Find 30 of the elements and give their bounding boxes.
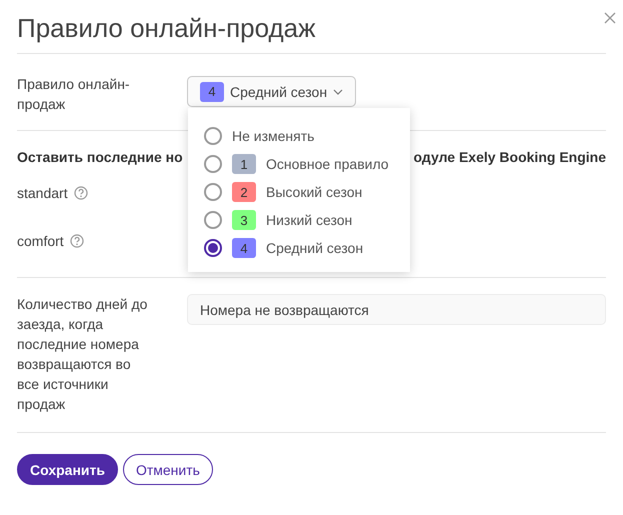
season-badge: 3 [232,210,256,230]
days-field[interactable]: Номера не возвращаются [187,294,606,325]
room-type-label: standart [17,185,68,201]
option-label[interactable]: Высокий сезон [266,184,362,200]
dialog-title: Правило онлайн-продаж [17,13,316,43]
cancel-button[interactable]: Отменить [122,454,213,485]
option-label[interactable]: Средний сезон [266,240,364,256]
room-type-label: comfort [17,233,64,249]
close-icon[interactable] [604,12,616,24]
help-icon[interactable] [74,186,88,200]
field-label: Правило онлайн-продаж [17,75,131,114]
radio-button[interactable] [204,239,222,257]
option-label[interactable]: Низкий сезон [266,212,352,228]
radio-button[interactable] [204,127,222,145]
section-heading: одуле Exely Booking Engine [414,149,606,165]
radio-button[interactable] [204,211,222,229]
help-icon[interactable] [70,234,84,248]
radio-button[interactable] [204,155,222,173]
radio-button[interactable] [204,183,222,201]
save-button[interactable]: Сохранить [17,454,118,485]
season-badge: 4 [200,82,224,102]
option-label[interactable]: Основное правило [266,156,389,172]
option-label[interactable]: Не изменять [232,128,314,144]
section-heading: Оставить последние но [17,149,183,165]
season-badge: 2 [232,182,256,202]
season-badge: 4 [232,238,256,258]
rule-select[interactable]: 4 Средний сезон [187,76,356,107]
field-label: Количество дней до заезда, когда последние номера возвращаются во все источники продаж [17,295,148,414]
season-badge: 1 [232,154,256,174]
chevron-down-icon [333,88,344,94]
